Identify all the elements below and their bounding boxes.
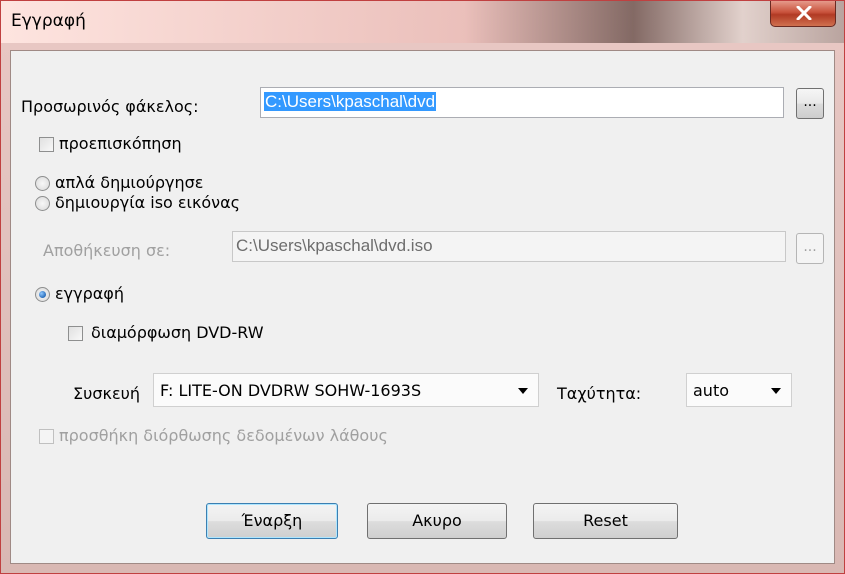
title-bar: Εγγραφή	[1, 1, 844, 43]
temp-folder-browse-button[interactable]: ...	[796, 88, 824, 119]
window-title: Εγγραφή	[11, 11, 86, 31]
save-to-input[interactable]: C:\Users\kpaschal\dvd.iso	[232, 231, 786, 262]
radio-create-iso[interactable]	[35, 196, 50, 211]
close-icon	[796, 6, 812, 20]
close-button[interactable]	[770, 1, 836, 27]
radio-selected-indicator	[39, 291, 46, 298]
format-dvdrw-checkbox[interactable]	[68, 326, 83, 341]
device-label: Συσκευή	[73, 384, 140, 403]
temp-folder-label: Προσωρινός φάκελος:	[21, 97, 199, 116]
save-to-browse-button[interactable]: ...	[796, 233, 824, 264]
speed-dropdown[interactable]: auto	[686, 373, 792, 407]
preview-checkbox[interactable]	[39, 137, 54, 152]
error-correction-label: προσθήκη διόρθωσης δεδομένων λάθους	[59, 426, 388, 445]
radio-burn-label: εγγραφή	[55, 284, 124, 303]
dialog-window: Εγγραφή Προσωρινός φάκελος: C:\Users\kpa…	[0, 0, 845, 574]
speed-selected-value: auto	[693, 381, 730, 400]
start-button[interactable]: Έναρξη	[206, 503, 338, 539]
radio-burn[interactable]	[35, 287, 50, 302]
device-selected-value: F: LITE-ON DVDRW SOHW-1693S	[160, 381, 422, 400]
speed-label: Ταχύτητα:	[557, 384, 642, 403]
error-correction-checkbox[interactable]	[39, 429, 54, 444]
radio-create-iso-label: δημιουργία iso εικόνας	[55, 193, 241, 212]
cancel-button[interactable]: Ακυρο	[367, 503, 507, 539]
radio-simply-create-label: απλά δημιούργησε	[55, 173, 204, 192]
device-dropdown[interactable]: F: LITE-ON DVDRW SOHW-1693S	[153, 373, 539, 407]
reset-button[interactable]: Reset	[533, 503, 678, 539]
format-dvdrw-label: διαμόρφωση DVD-RW	[91, 323, 264, 342]
chevron-down-icon	[518, 388, 528, 394]
temp-folder-value: C:\Users\kpaschal\dvd	[264, 92, 437, 111]
radio-simply-create[interactable]	[35, 176, 50, 191]
chevron-down-icon	[771, 388, 781, 394]
temp-folder-input[interactable]: C:\Users\kpaschal\dvd	[260, 87, 784, 118]
save-to-label: Αποθήκευση σε:	[43, 241, 171, 260]
dialog-body: Προσωρινός φάκελος: C:\Users\kpaschal\dv…	[10, 50, 835, 564]
preview-label: προεπισκόπηση	[59, 134, 182, 153]
